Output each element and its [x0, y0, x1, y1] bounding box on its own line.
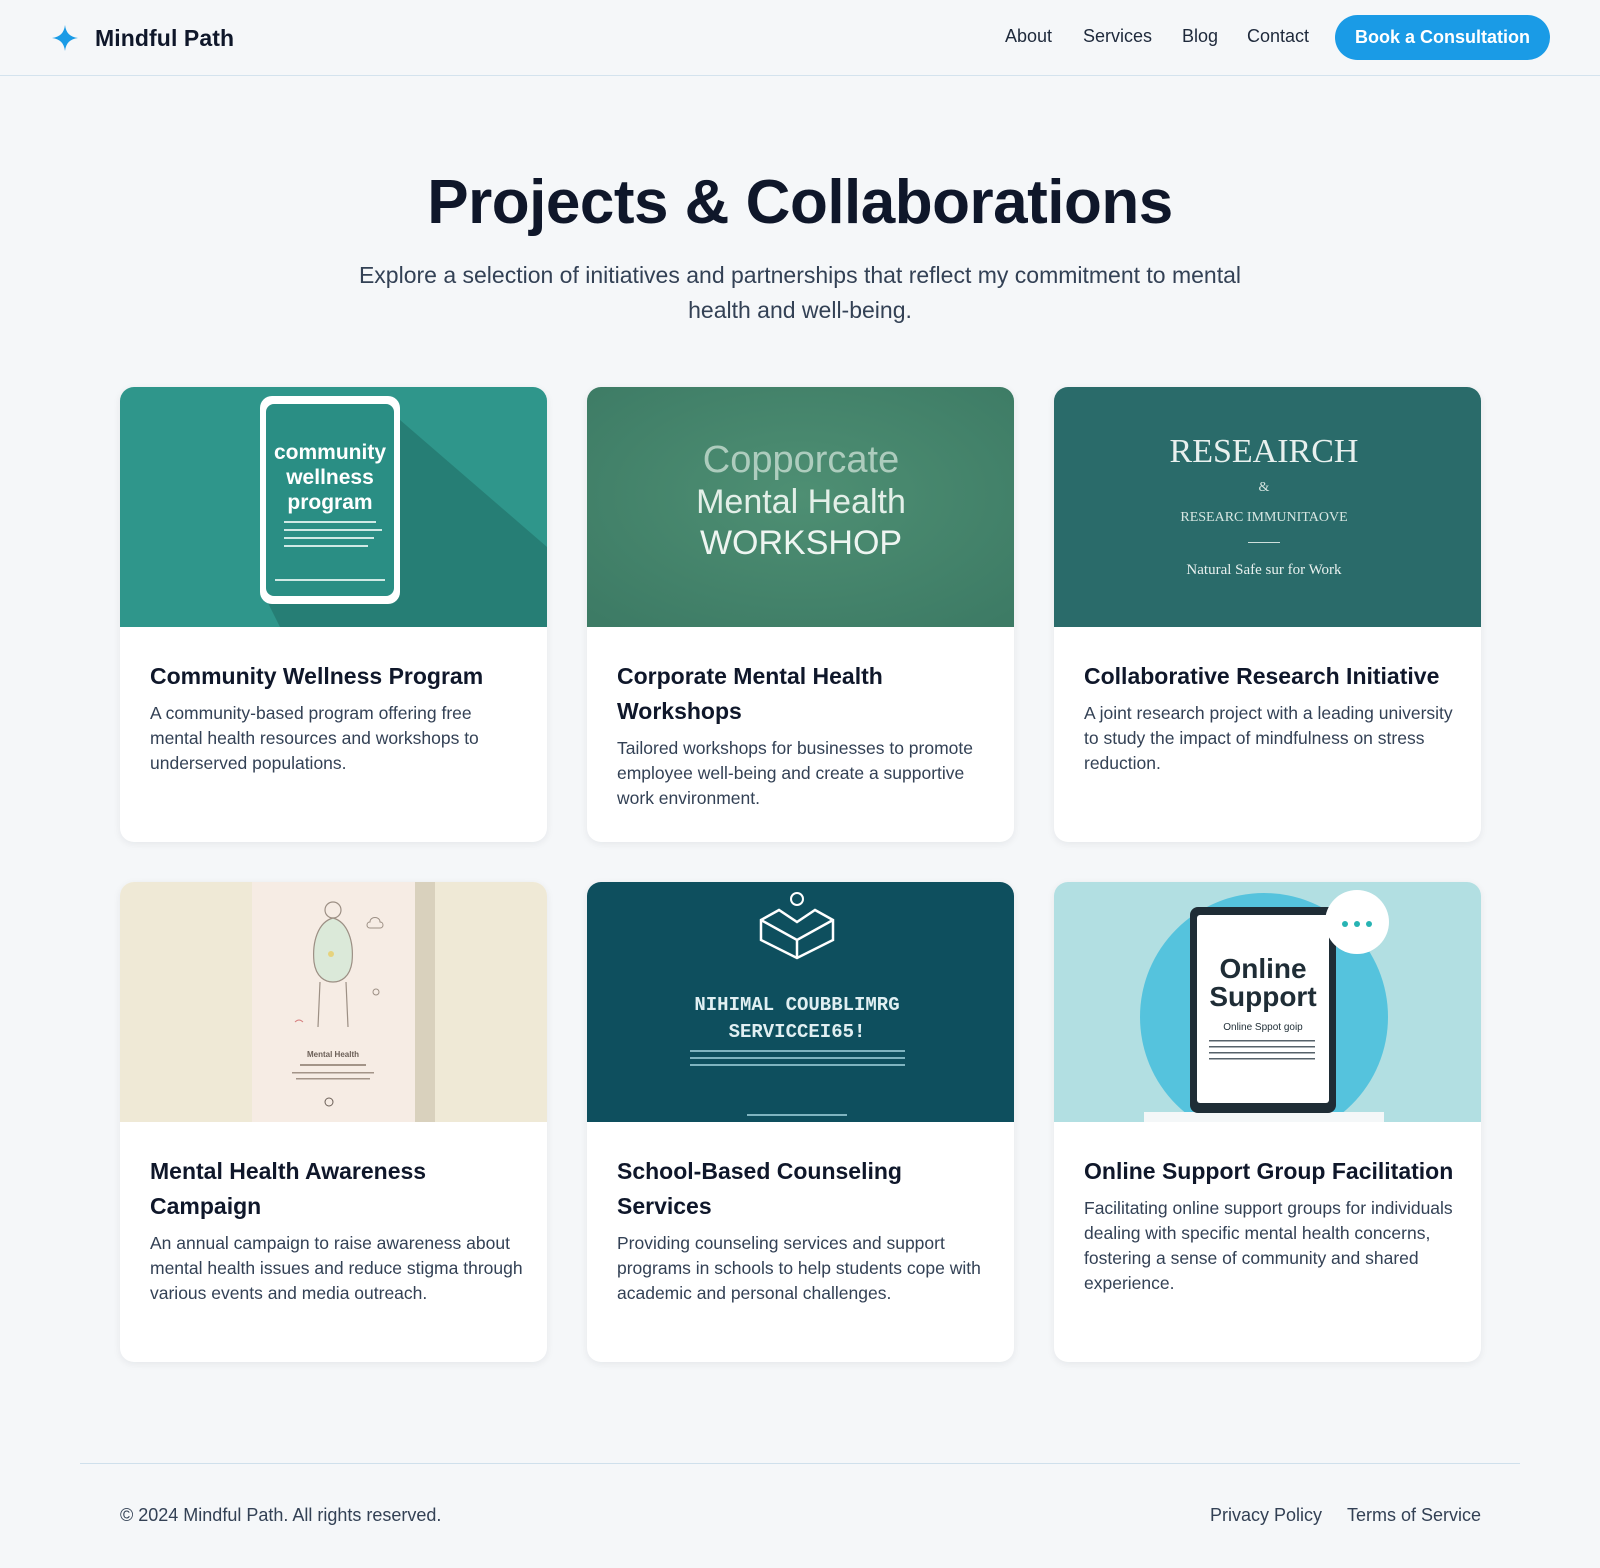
image-title-line-3: program	[287, 491, 372, 514]
card-description: Providing counseling services and suppor…	[617, 1233, 981, 1303]
card-title: Corporate Mental Health Workshops	[617, 663, 883, 724]
research-initiative-image: RESEAIRCH & RESEARC IMMUNITAOVE Natural …	[1054, 387, 1481, 627]
awareness-campaign-image: Mental Health	[120, 882, 547, 1122]
card-description: A community-based program offering free …	[150, 703, 479, 773]
image-title-line-2: Support	[1209, 981, 1316, 1012]
corporate-workshop-image: Copporcate Mental Health WORKSHOP	[587, 387, 1014, 627]
image-title-line-3: RESEARC IMMUNITAOVE	[1180, 510, 1347, 525]
card-title: Collaborative Research Initiative	[1084, 663, 1440, 689]
nav-link-blog[interactable]: Blog	[1182, 26, 1218, 47]
image-caption: Mental Health	[307, 1050, 359, 1059]
brand-logo-link[interactable]: Mindful Path	[51, 22, 234, 54]
brand-name: Mindful Path	[95, 24, 235, 51]
project-card-online-support[interactable]: Online Support Online Sppot goip Online …	[1054, 882, 1481, 1362]
project-card-school-counseling[interactable]: NIHIMAL COUBBLIMRG SERVICCEI65! School-B…	[587, 882, 1014, 1362]
card-description: A joint research project with a leading …	[1084, 703, 1453, 773]
footer-link-privacy-policy[interactable]: Privacy Policy	[1210, 1505, 1322, 1526]
nav-link-contact[interactable]: Contact	[1247, 26, 1309, 47]
image-title-line-3: Online Sppot goip	[1223, 1022, 1303, 1033]
image-title-line-1: Online	[1219, 953, 1306, 984]
card-description: Tailored workshops for businesses to pro…	[617, 738, 974, 808]
page-title: Projects & Collaborations	[427, 168, 1173, 237]
image-title-line-3: WORKSHOP	[700, 524, 902, 562]
nav-link-about[interactable]: About	[1005, 26, 1052, 47]
image-title-line-2: Mental Health	[696, 483, 906, 521]
school-counseling-image: NIHIMAL COUBBLIMRG SERVICCEI65!	[587, 882, 1014, 1122]
project-card-awareness-campaign[interactable]: Mental Health Mental Health Awareness Ca…	[120, 882, 547, 1362]
image-title-line-1: NIHIMAL COUBBLIMRG	[694, 994, 899, 1016]
site-header: Mindful Path About Services Blog Contact…	[0, 0, 1600, 76]
page-subtitle: Explore a selection of initiatives and p…	[358, 262, 1242, 323]
image-title-line-4: Natural Safe sur for Work	[1186, 562, 1342, 578]
book-consultation-button[interactable]: Book a Consultation	[1335, 15, 1550, 60]
footer-divider	[80, 1463, 1520, 1464]
card-description: Facilitating online support groups for i…	[1084, 1198, 1453, 1293]
community-wellness-image: community wellness program	[120, 387, 547, 627]
footer-link-terms-of-service[interactable]: Terms of Service	[1347, 1505, 1481, 1526]
project-card-community-wellness[interactable]: community wellness program Community Wel…	[120, 387, 547, 842]
image-title-line-2: SERVICCEI65!	[729, 1021, 866, 1043]
card-title: School-Based Counseling Services	[617, 1158, 902, 1219]
card-title: Community Wellness Program	[150, 663, 484, 689]
project-card-collaborative-research[interactable]: RESEAIRCH & RESEARC IMMUNITAOVE Natural …	[1054, 387, 1481, 842]
image-title-line-2: wellness	[285, 466, 374, 489]
image-title-line-1: RESEAIRCH	[1170, 433, 1359, 470]
sparkle-icon	[51, 24, 79, 52]
footer-copyright: © 2024 Mindful Path. All rights reserved…	[120, 1505, 442, 1525]
card-title: Mental Health Awareness Campaign	[150, 1158, 427, 1219]
image-title-line-2: &	[1259, 480, 1270, 495]
image-title-line-1: community	[274, 441, 386, 464]
nav-link-services[interactable]: Services	[1083, 26, 1152, 47]
card-title: Online Support Group Facilitation	[1084, 1158, 1454, 1184]
online-support-image: Online Support Online Sppot goip	[1054, 882, 1481, 1122]
card-description: An annual campaign to raise awareness ab…	[150, 1233, 523, 1303]
project-card-corporate-workshops[interactable]: Copporcate Mental Health WORKSHOP Corpor…	[587, 387, 1014, 842]
image-title-line-1: Copporcate	[703, 439, 899, 481]
